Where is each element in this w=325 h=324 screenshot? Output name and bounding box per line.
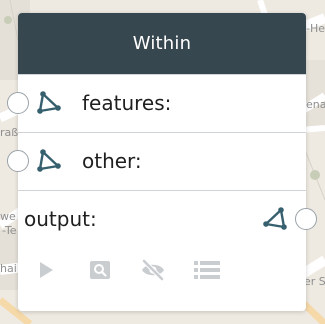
output-label: output: — [24, 207, 97, 231]
inspect-button[interactable] — [85, 253, 115, 287]
input-label: other: — [82, 149, 142, 173]
visibility-off-icon — [141, 259, 165, 281]
polygon-geometry-icon — [263, 207, 287, 230]
input-label: features: — [82, 91, 172, 115]
inspect-icon — [90, 261, 110, 279]
map-street-label: er S — [304, 275, 325, 288]
list-button[interactable] — [192, 253, 222, 287]
node-title[interactable]: Within — [18, 13, 306, 74]
input-port-other: other: — [7, 133, 306, 191]
map-street-label: ena — [306, 98, 325, 111]
polygon-geometry-icon — [37, 91, 61, 114]
list-icon — [194, 261, 220, 279]
map-street-label: -Te — [2, 224, 17, 237]
toggle-visibility-button[interactable] — [138, 253, 168, 287]
map-street-label: we — [0, 210, 16, 223]
input-socket[interactable] — [7, 92, 29, 114]
input-port-features: features: — [7, 74, 306, 133]
polygon-geometry-icon — [37, 149, 61, 172]
play-icon — [40, 262, 53, 278]
output-port: output: — [18, 191, 317, 248]
node-controls — [18, 253, 306, 287]
map-street-label: hai — [0, 262, 17, 275]
map-street-label: -He — [306, 22, 325, 35]
within-node[interactable]: Within features: other: output: — [7, 13, 317, 311]
input-socket[interactable] — [7, 150, 29, 172]
output-socket[interactable] — [295, 208, 317, 230]
play-button[interactable] — [31, 253, 61, 287]
